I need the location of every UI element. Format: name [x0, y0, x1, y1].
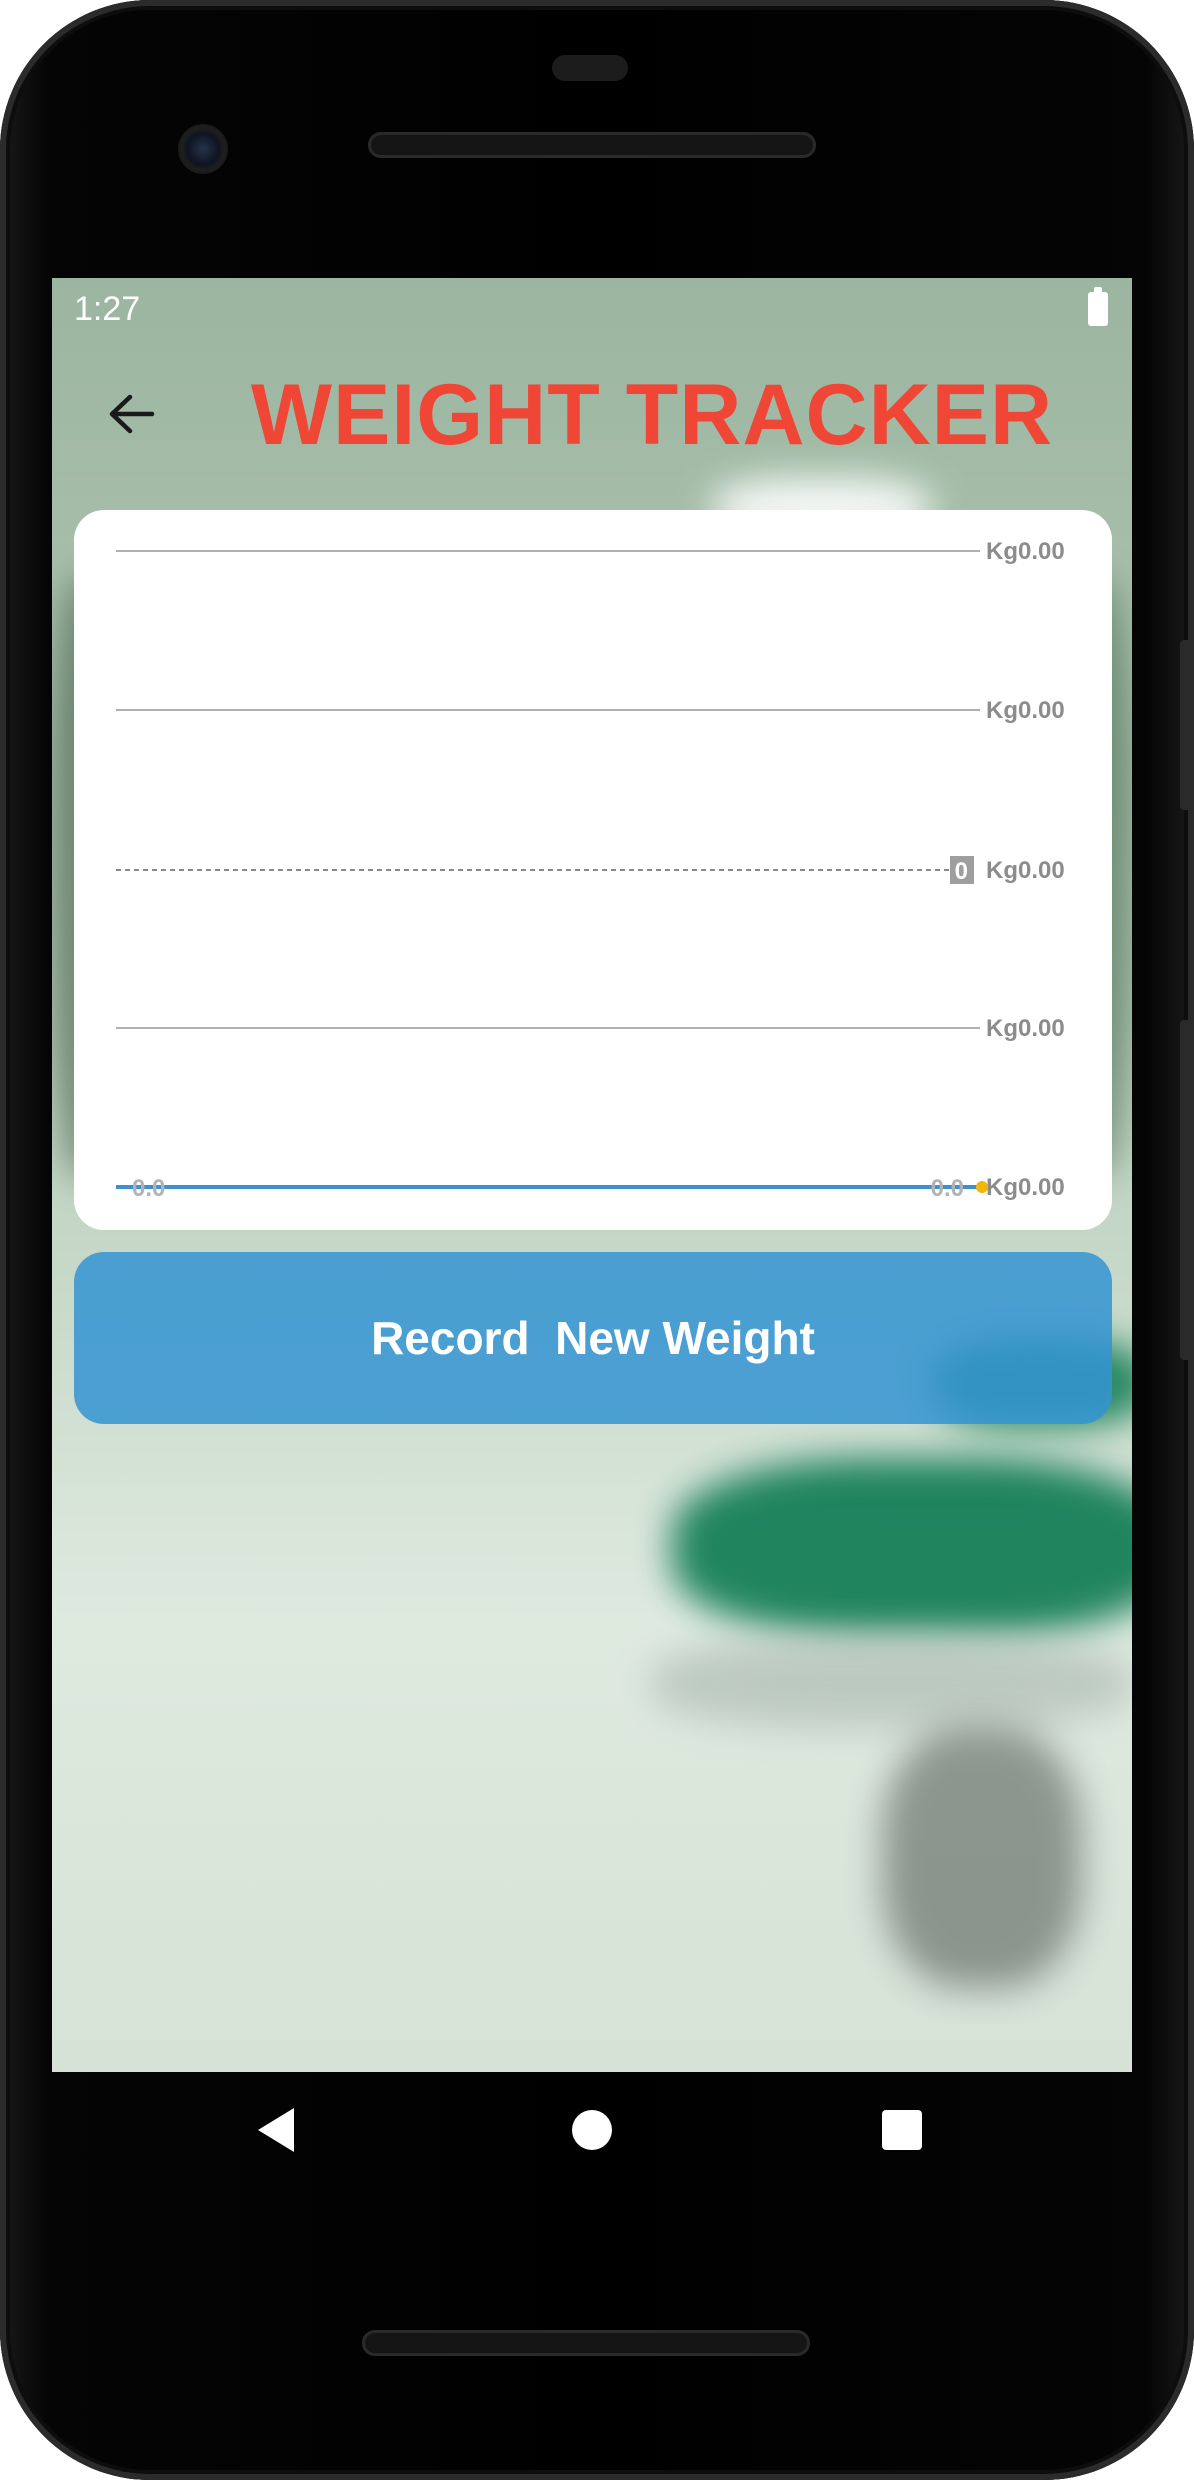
- data-point-label: 0.0: [931, 1175, 964, 1202]
- background-bed-base: [652, 1638, 1132, 1728]
- y-tick-label: Kg0.00: [986, 538, 1065, 565]
- y-tick-label: Kg0.00: [986, 857, 1065, 884]
- data-point-label: 0.0: [132, 1175, 165, 1202]
- arrow-left-icon[interactable]: [96, 378, 168, 450]
- bottom-speaker-grille: [362, 2330, 810, 2356]
- top-speaker-grille: [368, 132, 816, 158]
- front-camera-icon: [178, 124, 228, 174]
- phone-frame: 1:27 WEIGHT TRACKER Kg0.00 Kg0.00 0 Kg0.00 K…: [0, 0, 1194, 2480]
- volume-button: [1180, 1020, 1192, 1360]
- limit-line-label: 0: [955, 858, 968, 885]
- android-nav-bar: [52, 2072, 1132, 2202]
- earpiece: [552, 55, 628, 81]
- data-point-marker: [976, 1181, 988, 1193]
- nav-home-icon[interactable]: [572, 2110, 612, 2150]
- y-tick-label: Kg0.00: [986, 1015, 1065, 1042]
- page-title: WEIGHT TRACKER: [250, 367, 1054, 463]
- status-time: 1:27: [74, 290, 141, 328]
- nav-back-icon[interactable]: [258, 2108, 294, 2152]
- arrow-left-glyph: [109, 394, 155, 434]
- status-bar: 1:27: [52, 278, 1132, 342]
- record-new-weight-button[interactable]: Record New Weight: [74, 1252, 1112, 1424]
- power-button: [1180, 640, 1192, 810]
- weight-chart-card: Kg0.00 Kg0.00 0 Kg0.00 Kg0.00 Kg0.00 0.0 0.0: [74, 510, 1112, 1230]
- y-tick-label: Kg0.00: [986, 1174, 1065, 1201]
- background-bed-frame: [672, 1458, 1132, 1638]
- background-bed-legs: [882, 1728, 1082, 1988]
- nav-recents-icon[interactable]: [882, 2110, 922, 2150]
- y-tick-label: Kg0.00: [986, 697, 1065, 724]
- battery-full-icon: [1088, 287, 1108, 326]
- weight-line-chart: Kg0.00 Kg0.00 0 Kg0.00 Kg0.00 Kg0.00 0.0 0.0: [116, 538, 1065, 1202]
- app-screen: 1:27 WEIGHT TRACKER Kg0.00 Kg0.00 0 Kg0.00 K…: [52, 278, 1132, 2072]
